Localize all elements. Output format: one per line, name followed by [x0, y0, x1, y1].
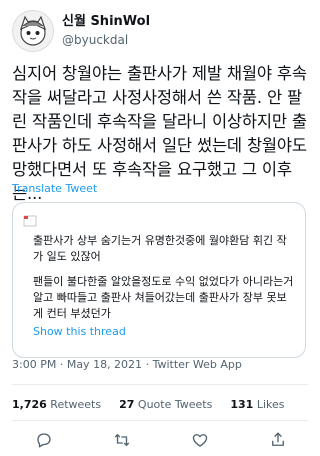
- retweets-count: 1,726: [12, 398, 47, 411]
- quotes-stat[interactable]: 27 Quote Tweets: [119, 398, 212, 411]
- divider: [12, 420, 308, 421]
- reply-button[interactable]: [32, 428, 56, 452]
- tweet-stats: 1,726 Retweets 27 Quote Tweets 131 Likes: [12, 398, 284, 411]
- action-bar: [12, 428, 308, 452]
- tweet-date[interactable]: May 18, 2021: [67, 358, 142, 371]
- like-icon: [192, 434, 208, 447]
- quotes-count: 27: [119, 398, 135, 411]
- user-handle[interactable]: @byuckdal: [62, 32, 150, 48]
- retweet-icon: [114, 433, 130, 447]
- meta-separator: ·: [59, 358, 64, 371]
- tweet-metadata: 3:00 PM · May 18, 2021 · Twitter Web App: [12, 358, 308, 371]
- likes-label: Likes: [256, 398, 285, 411]
- likes-stat[interactable]: 131 Likes: [230, 398, 284, 411]
- display-name[interactable]: 신월 ShinWol: [62, 14, 150, 30]
- tweet-source: Twitter Web App: [152, 358, 242, 371]
- tweet-time[interactable]: 3:00 PM: [12, 358, 56, 371]
- retweets-label: Retweets: [50, 398, 102, 411]
- translate-tweet-link[interactable]: Translate Tweet: [12, 182, 97, 195]
- show-thread-link[interactable]: Show this thread: [33, 325, 126, 338]
- avatar[interactable]: [12, 10, 54, 52]
- share-icon: [272, 432, 284, 446]
- quoted-tweet-card[interactable]: 출판사가 상부 숨기는거 유명한것중에 월야환담 휘긴 작가 일도 있잖어 팬들…: [12, 202, 306, 358]
- divider: [12, 384, 308, 385]
- retweet-button[interactable]: [110, 428, 134, 452]
- quotes-label: Quote Tweets: [137, 398, 213, 411]
- reply-icon: [37, 433, 51, 448]
- quoted-paragraph-1: 출판사가 상부 숨기는거 유명한것중에 월야환담 휘긴 작가 일도 있잖어: [33, 234, 287, 263]
- share-button[interactable]: [266, 428, 290, 452]
- like-button[interactable]: [188, 428, 212, 452]
- quoted-paragraph-2: 팬들이 불다한줄 알았을정도로 수익 없었다가 아니라는거 알고 빠따들고 출판…: [33, 275, 294, 320]
- retweets-stat[interactable]: 1,726 Retweets: [12, 398, 101, 411]
- quoted-avatar-icon: [23, 213, 37, 227]
- tweet-header: 신월 ShinWol @byuckdal: [12, 10, 308, 52]
- likes-count: 131: [230, 398, 254, 411]
- meta-separator: ·: [145, 358, 150, 371]
